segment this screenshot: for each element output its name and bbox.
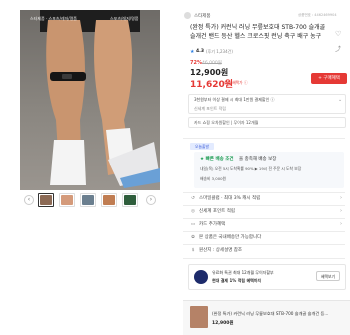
thumbnail-4[interactable] [101, 193, 117, 207]
promo-benefit-button[interactable]: 혜택보기 [316, 271, 340, 281]
original-price: 46,000원 [202, 61, 222, 66]
card-icon: ▭ [190, 222, 196, 227]
legs-illustration [40, 10, 160, 188]
divider [183, 205, 345, 206]
thumbnail-5[interactable] [122, 193, 138, 207]
divider [183, 258, 345, 259]
menu-label: 본 상품은 국내배송만 가능합니다 [199, 235, 262, 240]
thumbnail-1[interactable] [38, 193, 54, 207]
menu-shinsegae-points[interactable]: ◎ 신세계 포인트 적립 [190, 208, 235, 214]
benefit-line-1[interactable]: 3천원부터 이상 결제 시 최대 1만원 결제할인 ⓘ [194, 97, 275, 103]
chevron-right-icon[interactable]: › [340, 195, 342, 201]
menu-label: 원산지 : 상세설명 참조 [199, 248, 243, 253]
main-product-image[interactable]: 스타제품 · 스포츠/레저/명품 스포츠/레저/명품 [20, 10, 160, 190]
card-benefit-text: 카드 쇼핑 오차원할인 | 무이자 12개월 [194, 120, 259, 125]
chevron-right-icon[interactable]: › [340, 208, 342, 214]
product-title: (완정 특가) 커런닉 러닝 무릎보호대 STB-700 슬개골 슬개건 밴드 … [190, 24, 326, 40]
refresh-icon: ↺ [191, 196, 195, 201]
image-category-tag: 스포츠/레저/명품 [110, 16, 139, 21]
thumbnail-next-button[interactable]: › [146, 195, 156, 205]
bottom-summary-bar [183, 300, 350, 335]
menu-origin: $ 원산지 : 상세설명 참조 [190, 247, 243, 253]
seller-avatar[interactable] [184, 12, 191, 19]
share-icon[interactable]: ⤴ [335, 44, 341, 53]
wishlist-heart-icon[interactable]: ♡ [335, 30, 341, 38]
thumbnail-3[interactable] [80, 193, 96, 207]
divider [183, 218, 345, 219]
thumbnail-2[interactable] [59, 193, 75, 207]
product-code: 상품번호 : 4462469904 [298, 13, 337, 17]
rating-value: 4.3 [196, 49, 204, 54]
image-store-tag: 스타제품 · 스포츠/레저/명품 [30, 16, 77, 21]
coupon-note[interactable]: 최대 혜택가 ⓘ [224, 80, 248, 86]
promo-line-1: 유료화 특권 최대 12개월 무이자할부 [212, 270, 274, 275]
menu-smile-club[interactable]: ↺ 스마일클럽 · 최대 3% 캐시 적립 [190, 195, 260, 201]
delivery-badge: 오늘출발 [190, 143, 214, 150]
globe-icon: ✿ [191, 235, 195, 240]
thumbnail-strip [38, 193, 138, 207]
divider [183, 192, 345, 193]
origin-icon: $ [191, 248, 195, 253]
review-count[interactable]: (후기 1,234건) [206, 49, 233, 55]
seller-name[interactable]: 스타제품 [194, 13, 211, 19]
menu-domestic-shipping: ✿ 본 상품은 국내배송만 가능합니다 [190, 234, 261, 240]
bottom-product-title: (완정 특가) 커런닉 러닝 무릎보호대 STB-700 슬개골 슬개건 등..… [212, 311, 329, 316]
bottom-product-price: 12,900원 [212, 321, 234, 326]
card-brand-logo [194, 270, 208, 284]
delivery-free-text: 을 충족해 배송 보장 [239, 157, 277, 162]
discount-rate: 72% [190, 60, 202, 66]
benefit-chevron-icon[interactable]: ⌄ [338, 97, 342, 103]
bottom-product-thumbnail[interactable] [190, 306, 208, 328]
thumbnail-prev-button[interactable]: ‹ [24, 195, 34, 205]
point-icon: ◎ [191, 209, 195, 214]
star-icon: ★ [190, 49, 195, 55]
delivery-free-label: ★ 빠른 배송 조건 [200, 157, 234, 162]
divider [183, 138, 345, 139]
chevron-right-icon[interactable]: › [340, 221, 342, 227]
menu-label: 스마일클럽 · 최대 3% 캐시 적립 [199, 196, 261, 201]
promo-line-2: 현대 결제 1% 적립 혜택까지 [212, 278, 262, 283]
menu-card-benefit[interactable]: ▭ 카드 추가혜택 [190, 221, 225, 227]
menu-label: 카드 추가혜택 [199, 222, 226, 227]
benefit-line-2: 신세계 포인트 적립 [194, 106, 226, 111]
menu-label: 신세계 포인트 적립 [199, 209, 235, 214]
buy-benefit-button[interactable]: + 구매혜택 [311, 73, 347, 84]
delivery-arrival: 내일(목) 오전 5시 도착확률 90% ▶ 19시 전 주문 시 도착 보장 [200, 166, 302, 171]
delivery-fee: 배송비 3,000원 [200, 176, 227, 181]
divider [183, 244, 345, 245]
divider [183, 231, 345, 232]
